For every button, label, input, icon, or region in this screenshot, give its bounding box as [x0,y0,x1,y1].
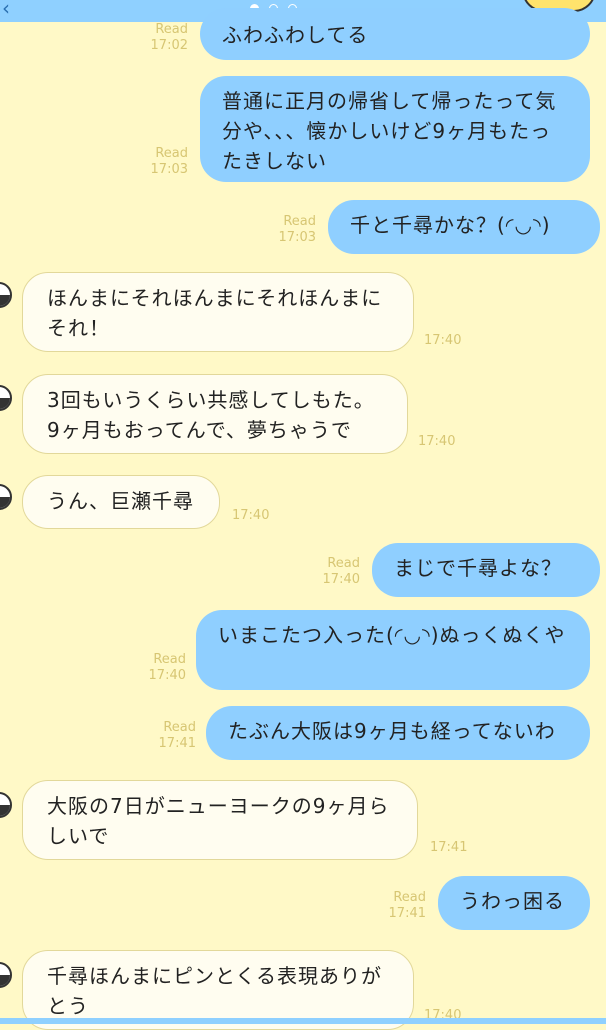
chat-log: Read 17:02 ふわふわしてる Read 17:03 普通に正月の帰省して… [0,0,606,1030]
outgoing-message-bubble[interactable]: 普通に正月の帰省して帰ったって気分や、、、懐かしいけど9ヶ月もたったきしない [200,76,590,182]
avatar[interactable] [0,484,12,510]
timestamp: 17:03 [150,162,188,177]
incoming-message-bubble[interactable]: ほんまにそれほんまにそれほんまにそれ！ [22,272,414,352]
message-meta: Read 17:03 [256,214,316,246]
message-text: 千と千尋かな？(◜◡◝) [350,213,551,237]
message-text: いまこたつ入った(◜◡◝)ぬっくぬくや [218,623,566,647]
outgoing-message-bubble[interactable]: まじで千尋よな？ [372,543,600,597]
outgoing-message-bubble[interactable]: たぶん大阪は9ヶ月も経ってないわ [206,706,590,760]
read-receipt: Read [163,720,196,735]
read-receipt: Read [153,652,186,667]
timestamp: 17:40 [322,572,360,587]
message-meta: Read 17:02 [128,22,188,54]
message-text: 3回もいうくらい共感してしもた。9ヶ月もおってんで、夢ちゃうで [47,388,375,442]
message-text: 千尋ほんまにピンとくる表現ありがとう [47,964,382,1018]
incoming-message-bubble[interactable]: 大阪の7日がニューヨークの9ヶ月らしいで [22,780,418,860]
message-text: 大阪の7日がニューヨークの9ヶ月らしいで [47,794,390,848]
avatar[interactable] [0,282,12,308]
outgoing-message-bubble[interactable]: 千と千尋かな？(◜◡◝) [328,200,600,254]
timestamp: 17:03 [278,230,316,245]
read-receipt: Read [327,556,360,571]
bottom-bar [0,1018,606,1024]
message-text: たぶん大阪は9ヶ月も経ってないわ [228,719,556,743]
avatar[interactable] [0,962,12,988]
message-text: 普通に正月の帰省して帰ったって気分や、、、懐かしいけど9ヶ月もたったきしない [222,89,557,173]
message-meta: Read 17:41 [366,890,426,922]
incoming-message-bubble[interactable]: うん、巨瀬千尋 [22,475,220,529]
message-text: うん、巨瀬千尋 [47,489,194,513]
message-text: ふわふわしてる [222,23,369,47]
timestamp: 17:40 [232,508,270,523]
timestamp: 17:40 [418,434,456,449]
avatar[interactable] [0,792,12,818]
message-meta: Read 17:03 [128,146,188,178]
read-receipt: Read [155,22,188,37]
read-receipt: Read [283,214,316,229]
incoming-message-bubble[interactable]: 3回もいうくらい共感してしもた。9ヶ月もおってんで、夢ちゃうで [22,374,408,454]
outgoing-message-bubble[interactable]: いまこたつ入った(◜◡◝)ぬっくぬくや [196,610,590,690]
message-meta: Read 17:40 [300,556,360,588]
outgoing-message-bubble[interactable]: うわっ困る [438,876,590,930]
outgoing-message-bubble[interactable]: ふわふわしてる [200,8,590,60]
timestamp: 17:41 [430,840,468,855]
timestamp: 17:02 [150,38,188,53]
message-meta: Read 17:40 [126,652,186,684]
read-receipt: Read [155,146,188,161]
timestamp: 17:41 [158,736,196,751]
message-text: うわっ困る [460,889,565,913]
message-meta: Read 17:41 [136,720,196,752]
timestamp: 17:40 [148,668,186,683]
message-text: まじで千尋よな？ [394,556,562,580]
timestamp: 17:41 [388,906,426,921]
timestamp: 17:40 [424,333,462,348]
avatar[interactable] [0,385,12,411]
read-receipt: Read [393,890,426,905]
message-text: ほんまにそれほんまにそれほんまにそれ！ [47,286,383,340]
